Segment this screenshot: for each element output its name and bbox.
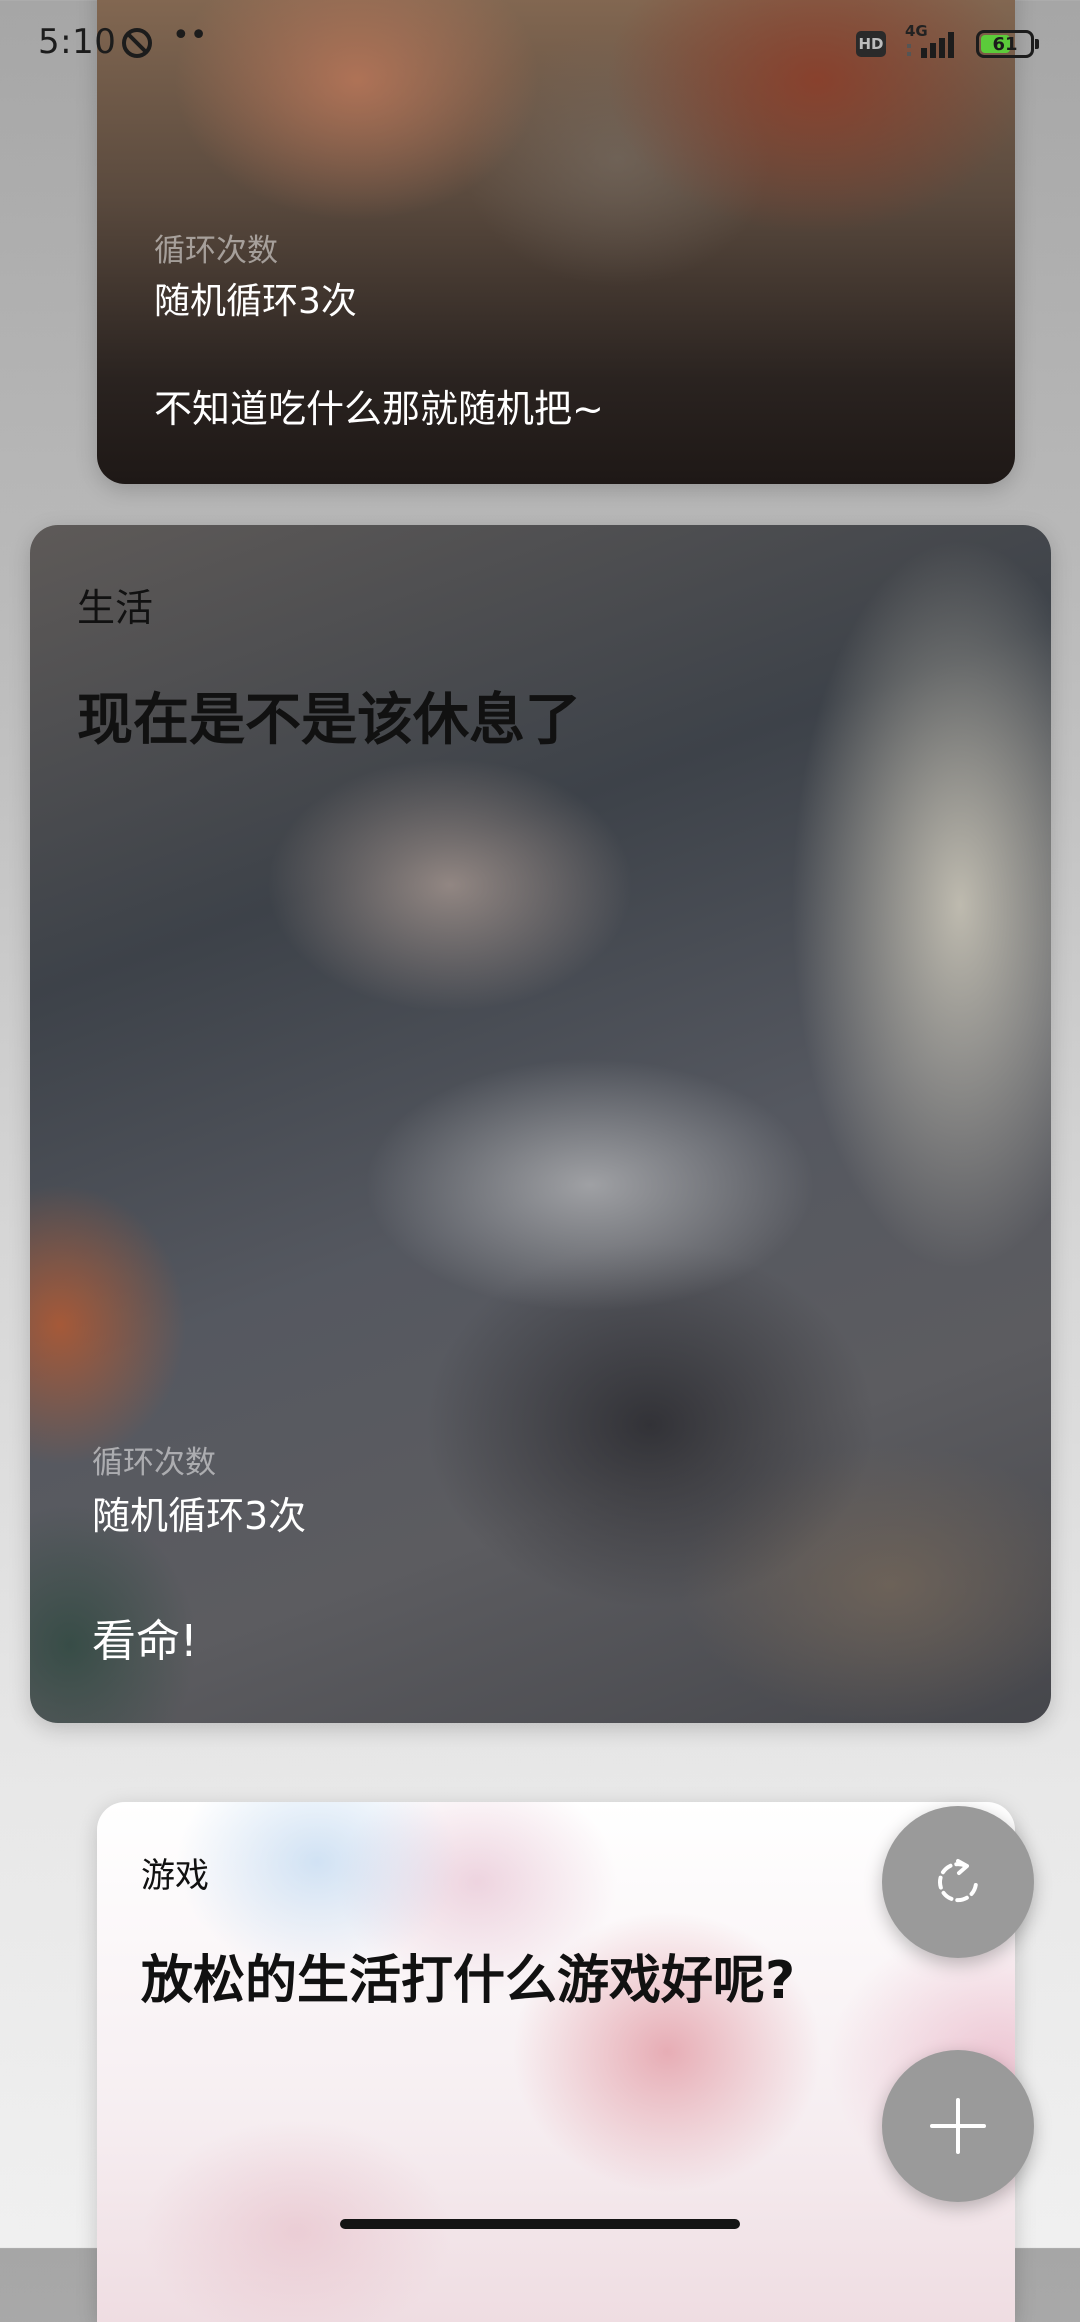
card-description: 不知道吃什么那就随机把~: [154, 387, 604, 431]
loop-count-label: 循环次数: [154, 233, 278, 269]
battery-level: 61: [992, 33, 1018, 55]
plus-icon: [930, 2098, 986, 2154]
card-category: 生活: [77, 586, 154, 630]
app-notification-icon: [122, 28, 152, 58]
more-notifications-icon: ••: [172, 18, 208, 53]
card-category: 游戏: [141, 1856, 209, 1896]
hd-badge: HD: [856, 31, 886, 57]
refresh-icon: [938, 1859, 979, 1903]
home-indicator[interactable]: [340, 2219, 740, 2229]
shuffle-button[interactable]: [882, 1806, 1034, 1958]
add-button[interactable]: [882, 2050, 1034, 2202]
signal-icon: [907, 32, 954, 58]
battery-icon: 61: [976, 30, 1040, 58]
status-time: 5:10: [38, 22, 117, 62]
status-bar: 5:10 •• HD 4G 61: [0, 0, 1080, 90]
card-rest-decision[interactable]: 生活 现在是不是该休息了 循环次数 随机循环3次 看命!: [30, 525, 1051, 1723]
card-description: 看命!: [92, 1616, 198, 1667]
card-title: 现在是不是该休息了: [77, 688, 581, 753]
card-title: 放松的生活打什么游戏好呢?: [141, 1951, 796, 2011]
loop-count-value: 随机循环3次: [154, 281, 357, 322]
loop-count-value: 随机循环3次: [92, 1494, 307, 1538]
card-game-choice[interactable]: 游戏 放松的生活打什么游戏好呢?: [97, 1802, 1015, 2322]
loop-count-label: 循环次数: [92, 1445, 216, 1481]
